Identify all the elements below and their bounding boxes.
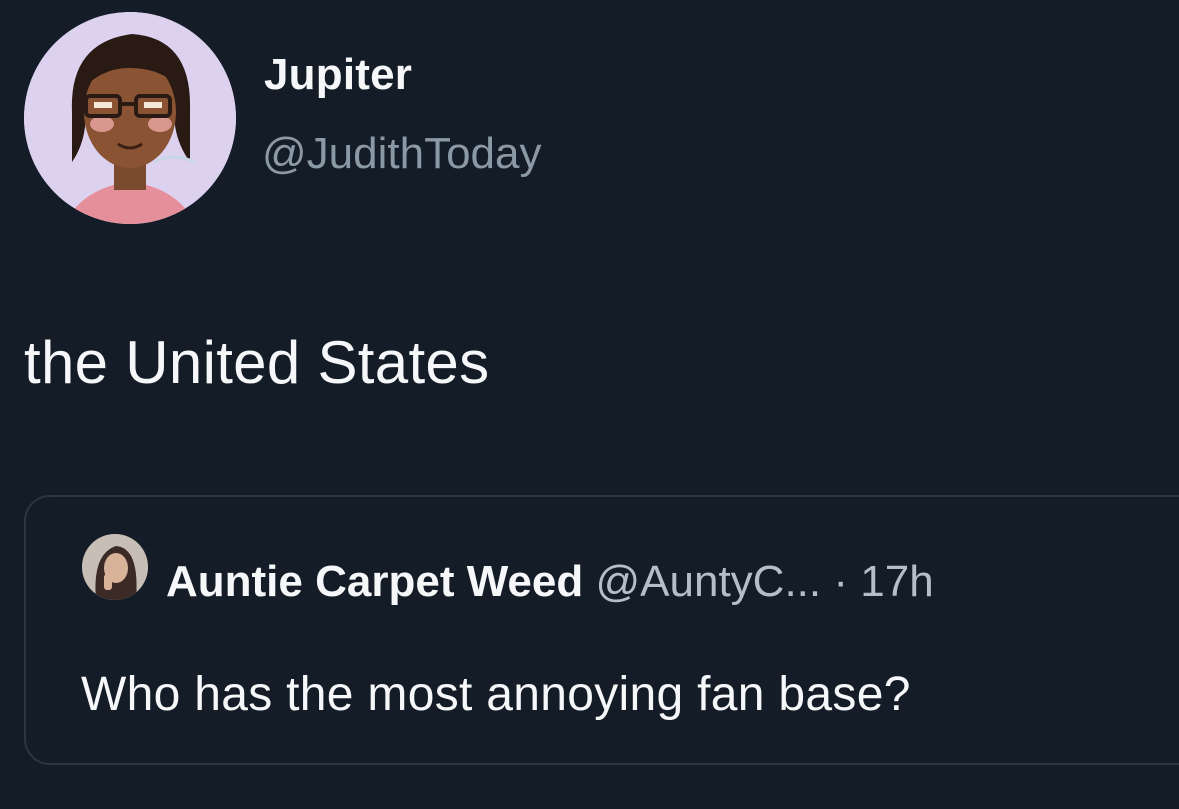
photo-avatar-icon [82, 534, 148, 600]
quoted-tweet-card[interactable]: Auntie Carpet Weed @AuntyC... · 17h Who … [24, 495, 1179, 765]
quoted-tweet-header: Auntie Carpet Weed @AuntyC... · 17h [166, 557, 934, 607]
author-handle[interactable]: @JudithToday [262, 129, 542, 179]
quoted-author-display-name[interactable]: Auntie Carpet Weed [166, 557, 583, 606]
cartoon-woman-avatar-icon [24, 12, 236, 224]
quoted-tweet-text: Who has the most annoying fan base? [81, 668, 911, 721]
header-separator: · [833, 557, 849, 606]
quoted-author-handle[interactable]: @AuntyC... [595, 557, 821, 606]
tweet: Jupiter @JudithToday the United States A… [0, 0, 1179, 809]
author-avatar[interactable] [24, 12, 236, 224]
quoted-tweet-timestamp[interactable]: 17h [860, 557, 933, 606]
quoted-author-avatar[interactable] [82, 534, 148, 600]
tweet-text: the United States [24, 329, 490, 396]
author-display-name[interactable]: Jupiter [264, 50, 412, 100]
